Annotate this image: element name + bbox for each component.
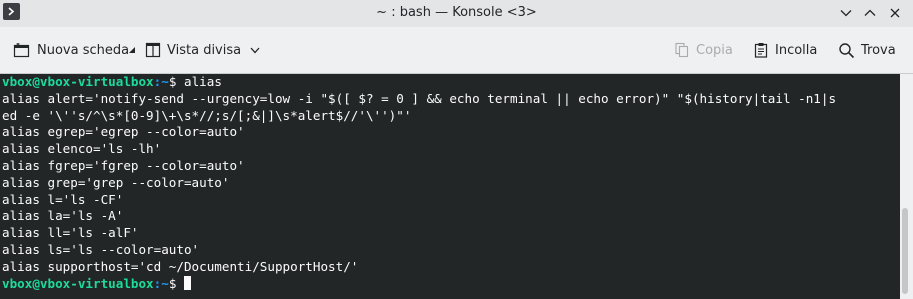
output-line: alias supporthost='cd ~/Documenti/Suppor… xyxy=(2,258,359,274)
find-label: Trova xyxy=(861,42,896,58)
minimize-button[interactable] xyxy=(836,3,856,23)
entered-command: alias xyxy=(184,74,222,89)
copy-icon xyxy=(675,42,689,58)
terminal-scrollbar[interactable] xyxy=(900,74,913,299)
prompt-sign: $ xyxy=(168,74,184,89)
prompt-sign: $ xyxy=(168,275,184,291)
find-button[interactable]: Trova xyxy=(838,39,896,61)
dropdown-corner-icon xyxy=(129,47,135,53)
close-icon xyxy=(890,8,900,18)
terminal-view[interactable]: vbox@vbox-virtualbox:~$ alias alias aler… xyxy=(0,74,900,299)
search-icon xyxy=(839,42,855,58)
close-button[interactable] xyxy=(885,3,905,23)
new-tab-icon xyxy=(13,43,30,58)
text-cursor xyxy=(184,275,191,290)
split-view-icon xyxy=(145,42,161,58)
paste-icon xyxy=(754,43,768,58)
scrollbar-thumb[interactable] xyxy=(902,208,908,294)
command-line: vbox@vbox-virtualbox:~$ alias xyxy=(2,74,836,91)
output-line: alias ls='ls --color=auto' xyxy=(2,241,200,257)
chevron-down-icon xyxy=(840,10,852,17)
window-title: ~ : bash — Konsole <3> xyxy=(376,5,537,20)
output-line: alias ll='ls -alF' xyxy=(2,225,139,241)
active-prompt-line[interactable]: vbox@vbox-virtualbox:~$ xyxy=(2,275,836,293)
terminal-content: vbox@vbox-virtualbox:~$ alias alias aler… xyxy=(2,74,836,292)
output-line: alias alert='notify-send --urgency=low -… xyxy=(2,90,837,106)
new-tab-button[interactable]: Nuova scheda xyxy=(13,39,129,61)
new-tab-dropdown-arrow[interactable] xyxy=(129,39,141,61)
prompt-path: :~ xyxy=(153,74,169,89)
split-view-label: Vista divisa xyxy=(167,42,242,58)
output-line: alias elenco='ls -lh' xyxy=(2,141,162,157)
output-line: alias egrep='egrep --color=auto' xyxy=(2,124,245,140)
copy-button[interactable]: Copia xyxy=(674,39,733,61)
new-tab-label: Nuova scheda xyxy=(37,42,130,58)
prompt-user: vbox@vbox-virtualbox xyxy=(2,74,154,89)
toolbar: Nuova scheda Vista divisa Copia Incolla xyxy=(0,27,913,74)
chevron-down-icon xyxy=(250,47,260,53)
chevron-up-icon xyxy=(864,9,876,16)
title-bar: ~ : bash — Konsole <3> xyxy=(0,0,913,27)
paste-label: Incolla xyxy=(775,42,818,58)
output-line: alias fgrep='fgrep --color=auto' xyxy=(2,157,245,173)
output-line: alias grep='grep --color=auto' xyxy=(2,174,230,190)
split-view-button[interactable]: Vista divisa xyxy=(145,39,260,61)
prompt-user: vbox@vbox-virtualbox xyxy=(2,275,154,291)
prompt-path: :~ xyxy=(153,275,169,291)
output-line: ed -e '\''s/^\s*[0-9]\+\s*//;s/[;&|]\s*a… xyxy=(2,107,412,123)
maximize-button[interactable] xyxy=(860,3,880,23)
copy-label: Copia xyxy=(696,42,733,58)
output-line: alias la='ls -A' xyxy=(2,208,124,224)
paste-button[interactable]: Incolla xyxy=(753,39,817,61)
output-line: alias l='ls -CF' xyxy=(2,191,124,207)
